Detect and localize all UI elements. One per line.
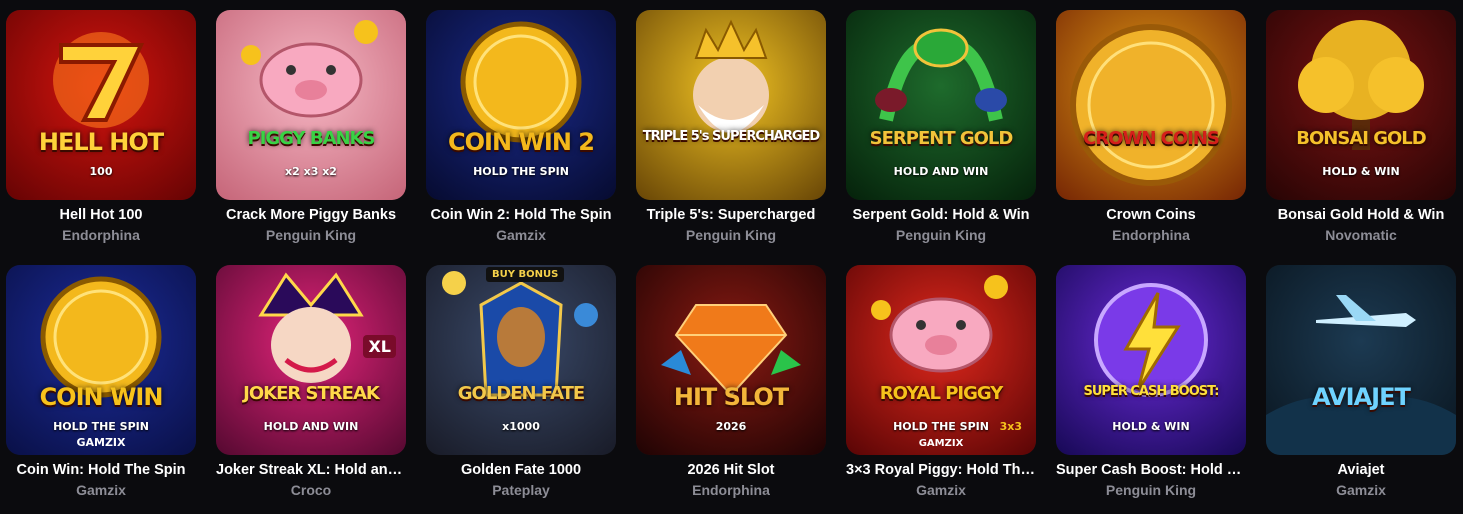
game-logo-subtext: HOLD THE SPIN xyxy=(473,165,569,178)
buy-bonus-badge: BUY BONUS xyxy=(486,267,565,282)
game-logo-subtext: 100 xyxy=(89,165,113,178)
game-card[interactable]: GOLDEN FATE x1000 BUY BONUS Golden Fate 100… xyxy=(426,265,616,498)
king-icon xyxy=(636,10,826,200)
game-thumbnail[interactable]: AVIAJET xyxy=(1266,265,1456,455)
game-title[interactable]: Hell Hot 100 xyxy=(6,207,196,223)
game-card[interactable]: JOKER STREAK HOLD AND WIN XL Joker Streak X… xyxy=(216,265,406,498)
game-thumbnail[interactable]: CROWN COINS xyxy=(1056,10,1246,200)
game-thumbnail[interactable]: BONSAI GOLD HOLD & WIN xyxy=(1266,10,1456,200)
game-logo-subtext: 2026 xyxy=(715,420,747,433)
game-provider: Endorphina xyxy=(692,482,770,498)
game-title[interactable]: Aviajet xyxy=(1266,462,1456,478)
gamzix-brand-label: GAMZIX xyxy=(918,438,964,449)
game-card[interactable]: ROYAL PIGGY HOLD THE SPIN GAMZIX 3x3 3×3 Roy… xyxy=(846,265,1036,498)
game-thumbnail[interactable]: SERPENT GOLD HOLD AND WIN xyxy=(846,10,1036,200)
game-provider: Pateplay xyxy=(492,482,550,498)
game-logo-text: ROYAL PIGGY xyxy=(879,383,1004,404)
game-title[interactable]: Coin Win 2: Hold The Spin xyxy=(426,207,616,223)
game-card[interactable]: PIGGY BANKS x2 x3 x2 Crack More Piggy Bank… xyxy=(216,10,406,243)
game-title[interactable]: 2026 Hit Slot xyxy=(636,462,826,478)
game-provider: Penguin King xyxy=(895,227,987,243)
game-card[interactable]: SERPENT GOLD HOLD AND WIN Serpent Gold: Ho… xyxy=(846,10,1036,243)
game-card[interactable]: TRIPLE 5's SUPERCHARGED Triple 5's: Super… xyxy=(636,10,826,243)
game-logo-text: HIT SLOT xyxy=(673,383,789,411)
game-logo-subtext: HOLD AND WIN xyxy=(263,420,359,433)
game-title[interactable]: Joker Streak XL: Hold and Win xyxy=(216,462,406,478)
game-thumbnail[interactable]: COIN WIN HOLD THE SPIN GAMZIX xyxy=(6,265,196,455)
game-thumbnail[interactable]: JOKER STREAK HOLD AND WIN XL xyxy=(216,265,406,455)
game-provider: Gamzix xyxy=(496,227,546,243)
game-provider: Gamzix xyxy=(916,482,966,498)
game-logo-text: CROWN COINS xyxy=(1083,128,1220,149)
game-logo-subtext: HOLD THE SPIN xyxy=(53,420,149,433)
game-logo-text: SERPENT GOLD xyxy=(869,128,1014,149)
game-card[interactable]: HIT SLOT 2026 2026 Hit Slot Endorphina xyxy=(636,265,826,498)
game-logo-subtext: HOLD & WIN xyxy=(1322,165,1400,178)
game-title[interactable]: Crack More Piggy Banks xyxy=(216,207,406,223)
game-logo-text: SUPER CASH BOOST: xyxy=(1083,384,1220,399)
game-card[interactable]: SUPER CASH BOOST: HOLD & WIN Super Cash Bo… xyxy=(1056,265,1246,498)
crown-coin-icon xyxy=(1056,10,1246,200)
game-provider: Penguin King xyxy=(685,227,777,243)
game-grid: HELL HOT 100 Hell Hot 100 Endorphina PIGGY B… xyxy=(0,0,1463,514)
game-thumbnail[interactable]: HELL HOT 100 xyxy=(6,10,196,200)
game-logo-text: GOLDEN FATE xyxy=(457,383,585,404)
game-logo-subtext: HOLD AND WIN xyxy=(893,165,989,178)
game-provider: Gamzix xyxy=(1336,482,1386,498)
game-card[interactable]: HELL HOT 100 Hell Hot 100 Endorphina xyxy=(6,10,196,243)
game-thumbnail[interactable]: GOLDEN FATE x1000 BUY BONUS xyxy=(426,265,616,455)
game-provider: Croco xyxy=(290,482,332,498)
game-thumbnail[interactable]: ROYAL PIGGY HOLD THE SPIN GAMZIX 3x3 xyxy=(846,265,1036,455)
game-thumbnail[interactable]: SUPER CASH BOOST: HOLD & WIN xyxy=(1056,265,1246,455)
game-card[interactable]: CROWN COINS Crown Coins Endorphina xyxy=(1056,10,1246,243)
game-title[interactable]: Triple 5's: Supercharged xyxy=(636,207,826,223)
game-provider: Penguin King xyxy=(1105,482,1197,498)
game-thumbnail[interactable]: HIT SLOT 2026 xyxy=(636,265,826,455)
game-logo-subtext: HOLD & WIN xyxy=(1112,420,1190,433)
game-provider: Novomatic xyxy=(1325,227,1397,243)
game-provider: Endorphina xyxy=(1112,227,1190,243)
game-thumbnail[interactable]: COIN WIN 2 HOLD THE SPIN xyxy=(426,10,616,200)
game-thumbnail[interactable]: PIGGY BANKS x2 x3 x2 xyxy=(216,10,406,200)
game-thumbnail[interactable]: TRIPLE 5's SUPERCHARGED xyxy=(636,10,826,200)
game-provider: Endorphina xyxy=(62,227,140,243)
game-logo-text: PIGGY BANKS xyxy=(247,128,376,149)
game-logo-text: AVIAJET xyxy=(1312,383,1411,411)
joker-xl-badge: XL xyxy=(363,335,396,358)
gamzix-brand-label: GAMZIX xyxy=(76,436,126,449)
jet-plane-icon xyxy=(1266,265,1456,455)
game-logo-text: COIN WIN xyxy=(39,383,164,411)
game-title[interactable]: Golden Fate 1000 xyxy=(426,462,616,478)
game-logo-text: JOKER STREAK xyxy=(243,383,380,404)
game-logo-subtext: x1000 xyxy=(502,420,540,433)
game-logo-text: TRIPLE 5's SUPERCHARGED xyxy=(642,129,820,144)
game-provider: Gamzix xyxy=(76,482,126,498)
size-badge: 3x3 xyxy=(999,420,1022,433)
game-card[interactable]: BONSAI GOLD HOLD & WIN Bonsai Gold Hold & … xyxy=(1266,10,1456,243)
game-logo-text: HELL HOT xyxy=(38,128,164,156)
game-title[interactable]: 3×3 Royal Piggy: Hold The Spin xyxy=(846,462,1036,478)
game-card[interactable]: COIN WIN 2 HOLD THE SPIN Coin Win 2: Hold … xyxy=(426,10,616,243)
game-title[interactable]: Bonsai Gold Hold & Win xyxy=(1266,207,1456,223)
game-logo-text: COIN WIN 2 xyxy=(448,128,595,156)
game-logo-subtext: x2 x3 x2 xyxy=(285,165,337,178)
game-title[interactable]: Crown Coins xyxy=(1056,207,1246,223)
game-provider: Penguin King xyxy=(265,227,357,243)
game-card[interactable]: AVIAJET Aviajet Gamzix xyxy=(1266,265,1456,498)
game-logo-text: BONSAI GOLD xyxy=(1296,128,1426,149)
game-title[interactable]: Serpent Gold: Hold & Win xyxy=(846,207,1036,223)
game-title[interactable]: Coin Win: Hold The Spin xyxy=(6,462,196,478)
game-title[interactable]: Super Cash Boost: Hold & Win xyxy=(1056,462,1246,478)
game-card[interactable]: COIN WIN HOLD THE SPIN GAMZIX Coin Win: Hol… xyxy=(6,265,196,498)
